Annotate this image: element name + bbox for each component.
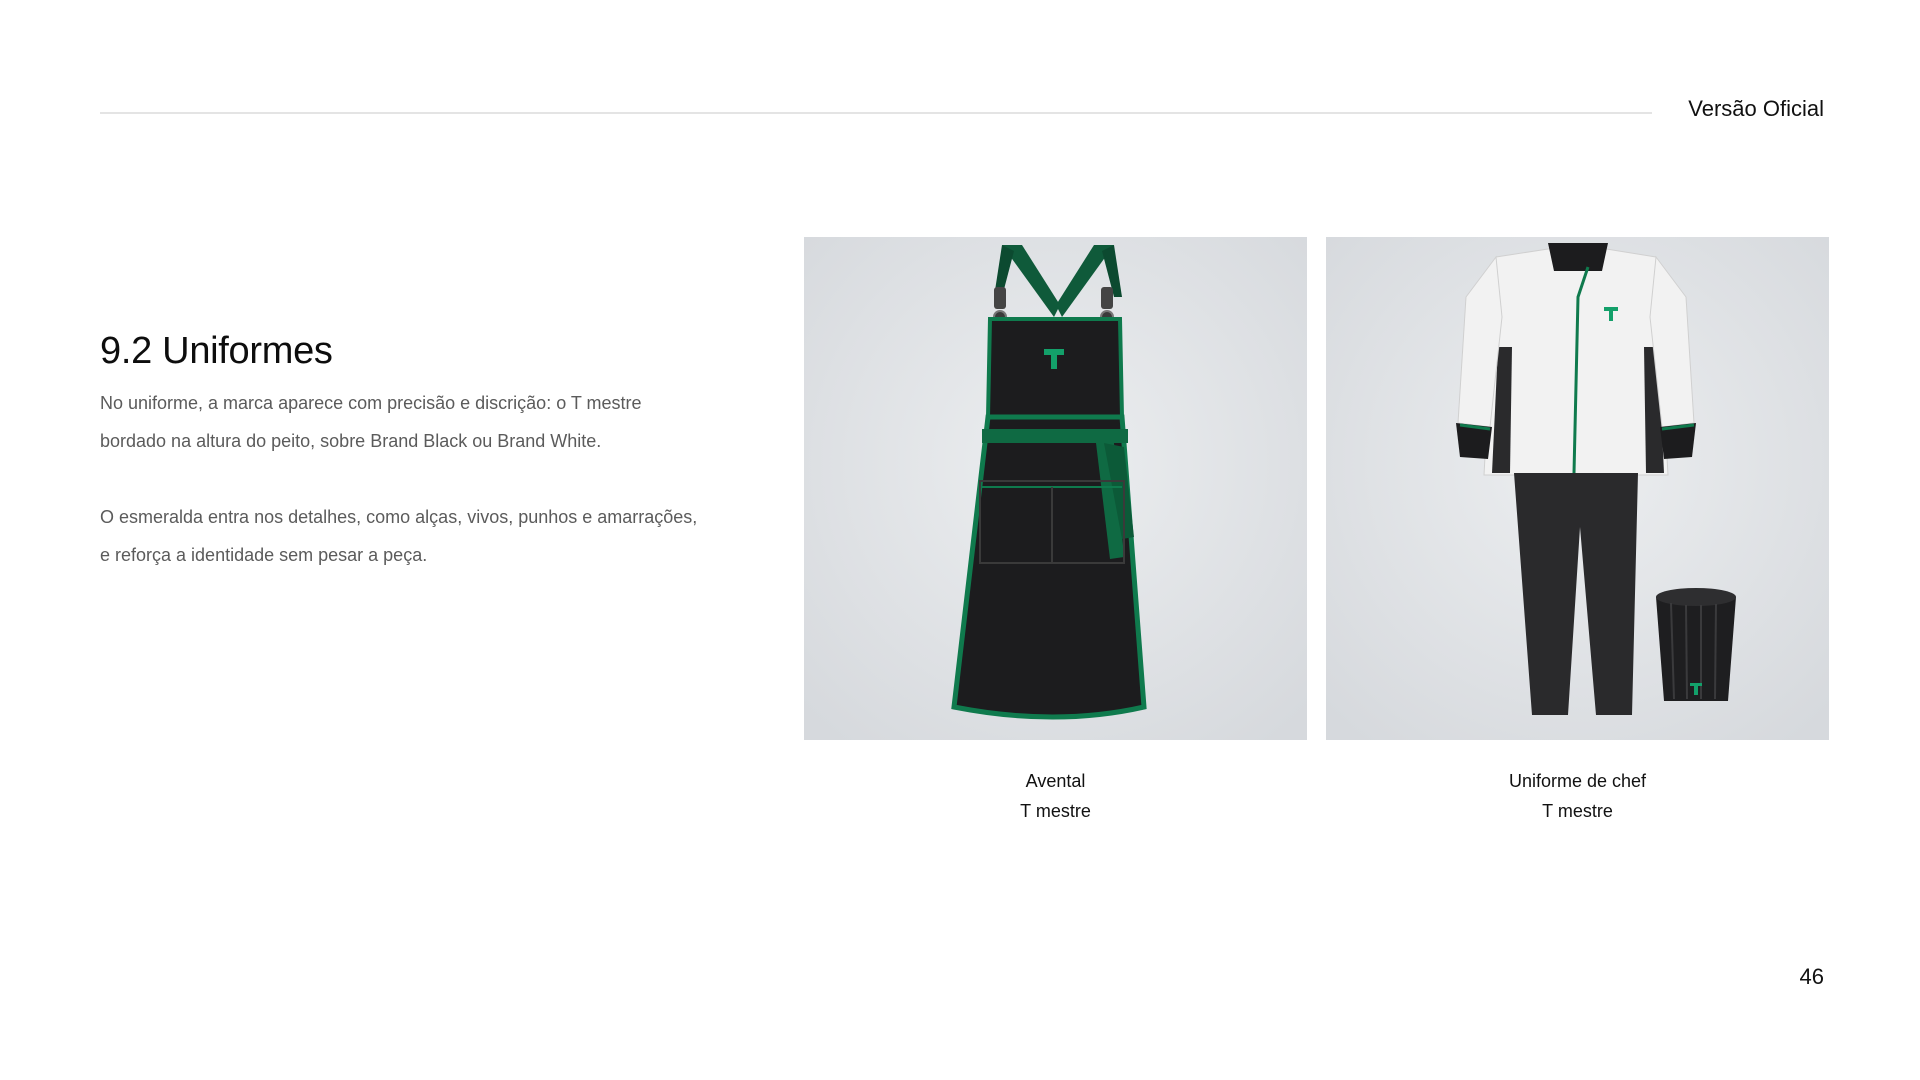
caption-subtitle: T mestre: [1020, 801, 1091, 821]
page-number: 46: [1799, 964, 1824, 989]
chef-uniform-caption: Uniforme de chef T mestre: [1326, 766, 1829, 826]
section-title: 9.2 Uniformes: [100, 330, 333, 372]
body-text: No uniforme, a marca aparece com precisã…: [100, 384, 700, 612]
apron-image: [804, 237, 1307, 740]
body-paragraph: No uniforme, a marca aparece com precisã…: [100, 393, 642, 451]
body-paragraph: O esmeralda entra nos detalhes, como alç…: [100, 507, 698, 565]
apron-illustration: [804, 237, 1307, 740]
apron-caption: Avental T mestre: [804, 766, 1307, 826]
caption-title: Avental: [1025, 771, 1086, 791]
version-label: Versão Oficial: [1688, 96, 1824, 121]
caption-subtitle: T mestre: [1542, 801, 1613, 821]
chef-uniform-image: [1326, 237, 1829, 740]
chef-uniform-illustration: [1326, 237, 1829, 740]
caption-title: Uniforme de chef: [1508, 771, 1647, 791]
top-rule: [100, 112, 1652, 114]
